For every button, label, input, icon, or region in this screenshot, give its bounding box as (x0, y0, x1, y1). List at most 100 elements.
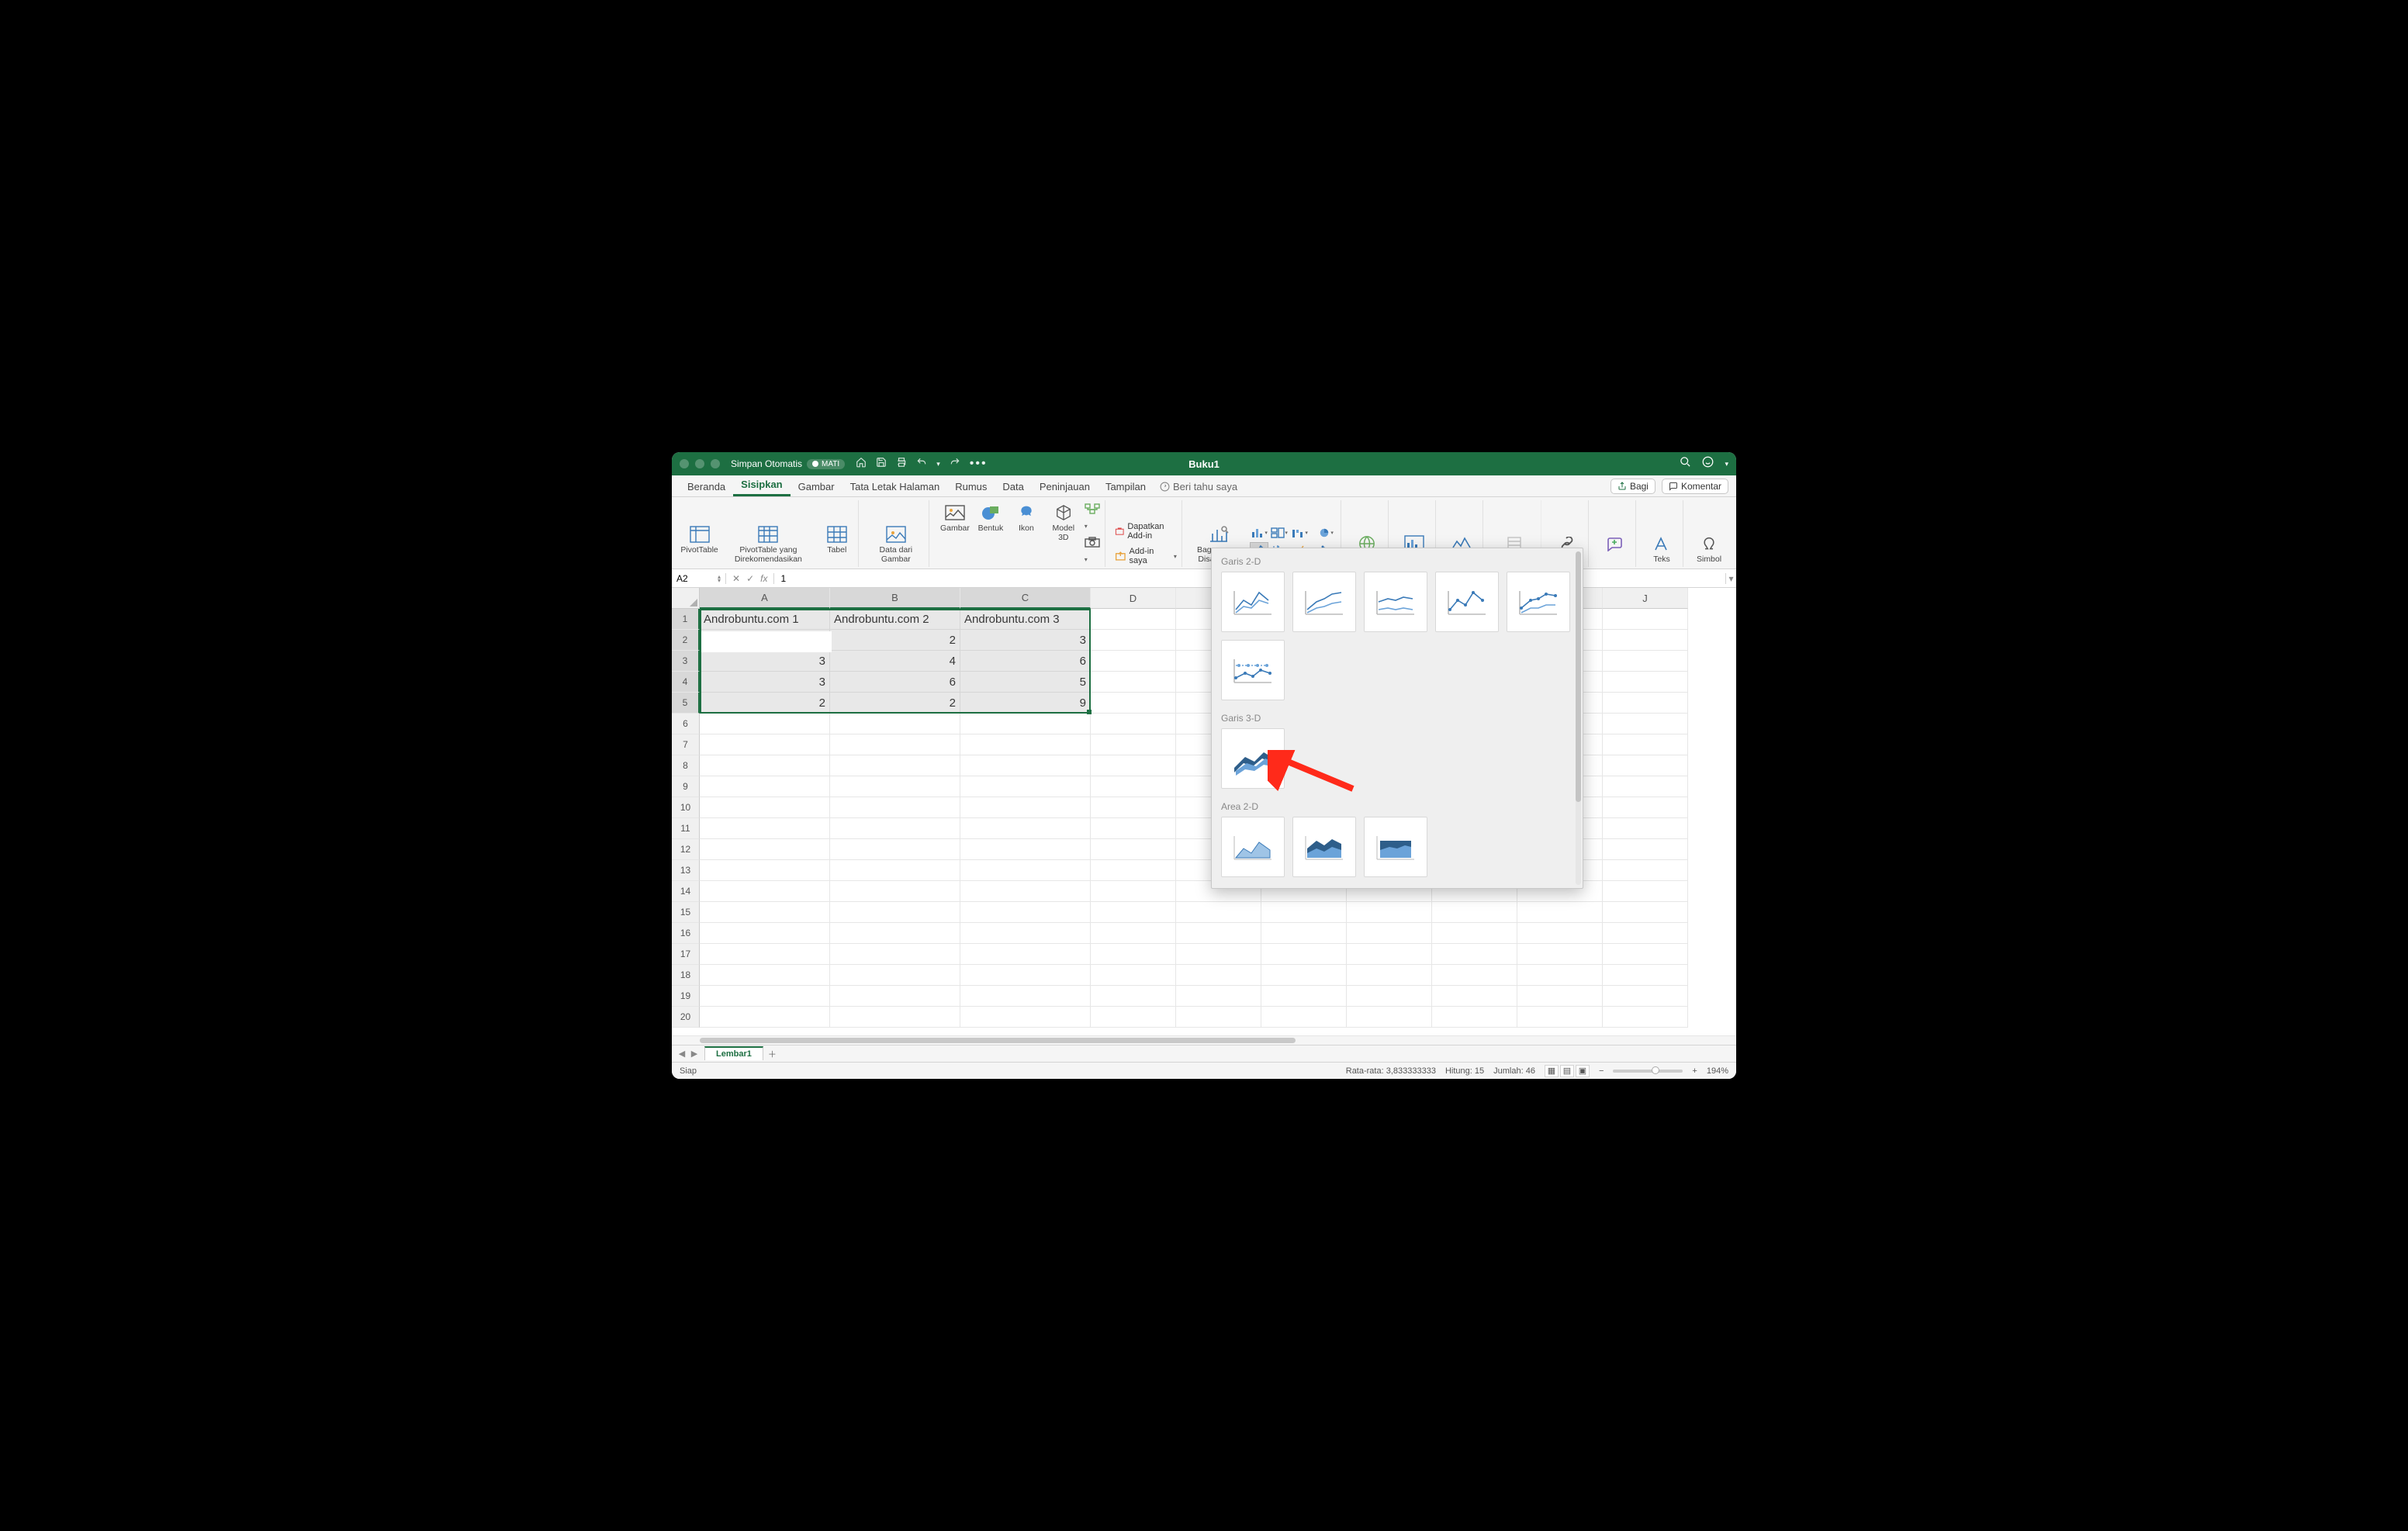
cell[interactable]: 6 (830, 672, 960, 693)
cell[interactable] (830, 776, 960, 797)
cell[interactable]: 3 (700, 672, 830, 693)
redo-icon[interactable] (950, 457, 960, 472)
row-header[interactable]: 5 (672, 693, 700, 714)
cell[interactable] (700, 776, 830, 797)
col-header[interactable]: A (700, 588, 830, 609)
cell[interactable] (1091, 1007, 1176, 1028)
cell[interactable] (830, 734, 960, 755)
cancel-formula-icon[interactable]: ✕ (732, 573, 740, 584)
cell[interactable] (830, 839, 960, 860)
fx-icon[interactable]: fx (760, 573, 767, 584)
cell[interactable] (1603, 965, 1688, 986)
cell[interactable] (1603, 755, 1688, 776)
chart-option-stacked-line[interactable] (1292, 572, 1356, 632)
traffic-lights[interactable] (680, 459, 720, 468)
cell[interactable] (960, 755, 1091, 776)
cell[interactable] (960, 818, 1091, 839)
cell[interactable] (960, 881, 1091, 902)
chart-option-line[interactable] (1221, 572, 1285, 632)
screenshot-icon[interactable]: ▾ (1085, 537, 1100, 565)
cell[interactable] (830, 860, 960, 881)
cell[interactable] (1603, 860, 1688, 881)
cell[interactable] (1091, 986, 1176, 1007)
cell[interactable] (1176, 1007, 1261, 1028)
cell[interactable] (1603, 986, 1688, 1007)
cell[interactable] (830, 986, 960, 1007)
cell[interactable] (700, 944, 830, 965)
cell[interactable] (960, 986, 1091, 1007)
cell[interactable] (1091, 630, 1176, 651)
cell[interactable] (700, 797, 830, 818)
cell[interactable] (960, 839, 1091, 860)
cell[interactable] (1091, 693, 1176, 714)
cell[interactable] (960, 923, 1091, 944)
cell[interactable] (700, 1007, 830, 1028)
chart-option-100pct-stacked-line[interactable] (1364, 572, 1427, 632)
tab-rumus[interactable]: Rumus (947, 478, 995, 496)
cell[interactable] (700, 860, 830, 881)
cell[interactable] (1603, 944, 1688, 965)
pie-chart-button[interactable]: ▾ (1316, 525, 1335, 541)
cell[interactable]: 1 (700, 630, 830, 651)
row-header[interactable]: 9 (672, 776, 700, 797)
overflow-icon[interactable]: ••• (970, 457, 988, 471)
row-header[interactable]: 19 (672, 986, 700, 1007)
tab-tata-letak[interactable]: Tata Letak Halaman (842, 478, 948, 496)
view-pagelayout-icon[interactable]: ▤ (1560, 1065, 1574, 1077)
row-header[interactable]: 7 (672, 734, 700, 755)
cell[interactable] (1091, 714, 1176, 734)
cell[interactable] (1091, 734, 1176, 755)
tab-peninjauan[interactable]: Peninjauan (1032, 478, 1098, 496)
cell[interactable] (1517, 965, 1603, 986)
dropdown-scrollbar[interactable] (1576, 551, 1581, 885)
cell[interactable] (830, 755, 960, 776)
share-button[interactable]: Bagi (1611, 479, 1656, 494)
print-icon[interactable] (896, 457, 907, 472)
cell[interactable]: 4 (830, 651, 960, 672)
cell[interactable] (1347, 923, 1432, 944)
row-header[interactable]: 6 (672, 714, 700, 734)
cell[interactable] (960, 1007, 1091, 1028)
cell[interactable] (1091, 797, 1176, 818)
cell[interactable] (1603, 734, 1688, 755)
col-header[interactable]: D (1091, 588, 1176, 609)
cell[interactable] (1261, 965, 1347, 986)
cell[interactable] (1517, 902, 1603, 923)
cell[interactable] (1091, 839, 1176, 860)
cell[interactable] (700, 734, 830, 755)
cell[interactable] (1432, 902, 1517, 923)
cell[interactable]: 2 (700, 693, 830, 714)
comments-button[interactable]: Komentar (1662, 479, 1728, 494)
cell[interactable] (1603, 923, 1688, 944)
cell[interactable] (700, 986, 830, 1007)
row-header[interactable]: 3 (672, 651, 700, 672)
cell[interactable] (700, 818, 830, 839)
cell[interactable]: Androbuntu.com 1 (700, 609, 830, 630)
shapes-button[interactable]: Bentuk (974, 502, 1007, 534)
row-header[interactable]: 11 (672, 818, 700, 839)
cell[interactable] (700, 881, 830, 902)
cell[interactable] (960, 965, 1091, 986)
chart-option-stacked-area[interactable] (1292, 817, 1356, 877)
sheet-tab[interactable]: Lembar1 (704, 1046, 763, 1060)
sheet-next-icon[interactable]: ▶ (689, 1049, 700, 1059)
emoji-icon[interactable] (1702, 456, 1714, 472)
tab-data[interactable]: Data (995, 478, 1031, 496)
tell-me-search[interactable]: Beri tahu saya (1160, 481, 1237, 496)
row-header[interactable]: 16 (672, 923, 700, 944)
cell[interactable]: Androbuntu.com 2 (830, 609, 960, 630)
namebox-stepper-icon[interactable]: ▴▾ (718, 575, 721, 582)
chart-option-100pct-line-markers[interactable] (1221, 640, 1285, 700)
cell[interactable] (1091, 944, 1176, 965)
chart-option-3d-line[interactable] (1221, 728, 1285, 789)
recommended-pivottable-button[interactable]: PivotTable yang Direkomendasikan (719, 524, 818, 565)
row-header[interactable]: 10 (672, 797, 700, 818)
horizontal-scrollbar[interactable] (672, 1035, 1736, 1045)
cell[interactable] (1176, 944, 1261, 965)
cell[interactable] (1091, 818, 1176, 839)
chart-option-line-markers[interactable] (1435, 572, 1499, 632)
col-header[interactable]: J (1603, 588, 1688, 609)
search-icon[interactable] (1680, 456, 1691, 472)
cell[interactable] (830, 1007, 960, 1028)
cell[interactable] (960, 776, 1091, 797)
